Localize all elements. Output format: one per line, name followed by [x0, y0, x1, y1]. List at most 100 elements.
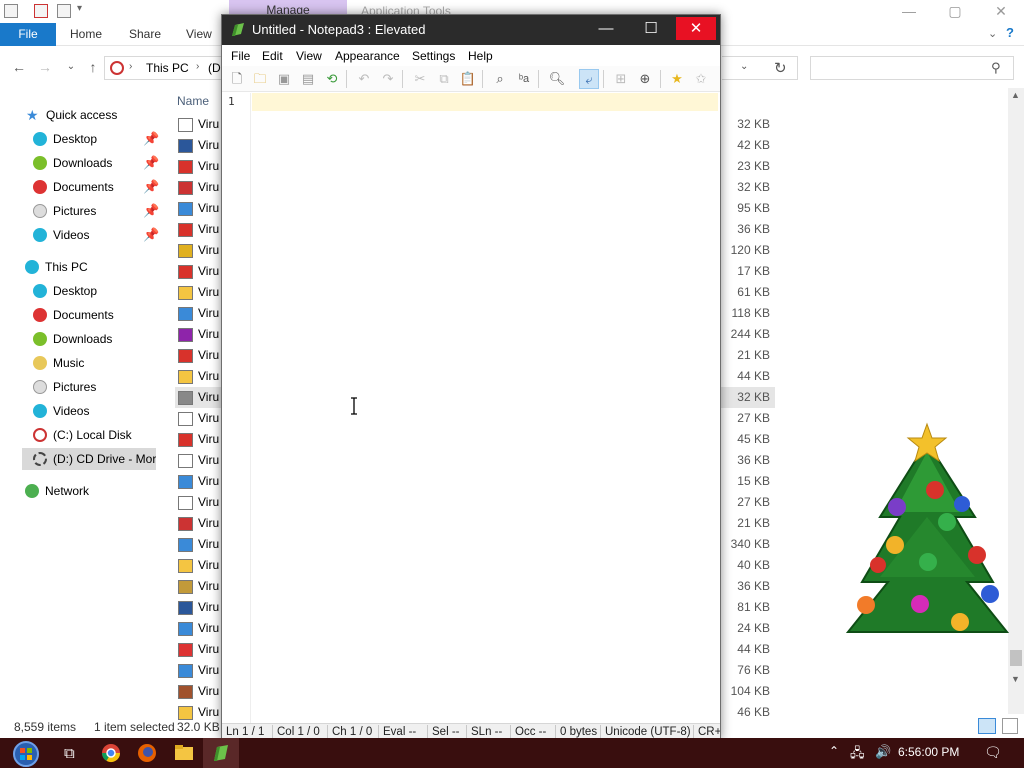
close-button[interactable]: ✕ [676, 17, 716, 40]
chrome-button[interactable] [93, 738, 129, 768]
text-editor[interactable]: 1 [222, 93, 720, 724]
file-name: Viru [198, 180, 220, 194]
firefox-button[interactable] [129, 738, 165, 768]
replace-icon[interactable]: ᵇa [514, 69, 534, 89]
redo-icon[interactable]: ↷ [378, 69, 398, 89]
file-icon [178, 517, 193, 531]
add-favorite-icon[interactable]: ✩ [691, 69, 711, 89]
back-icon[interactable]: ← [10, 58, 28, 76]
menu-file[interactable]: File [231, 47, 250, 65]
nav-qa-downloads[interactable]: Downloads 📌 [33, 152, 160, 174]
scroll-up-icon[interactable]: ▲ [1011, 90, 1020, 100]
maximize-button[interactable]: ☐ [631, 17, 671, 40]
breadcrumb-this-pc[interactable]: This PC [146, 61, 189, 75]
nav-qa-documents[interactable]: Documents 📌 [33, 176, 160, 198]
nav-qa-videos[interactable]: Videos 📌 [33, 224, 160, 246]
explorer-close-button[interactable]: ✕ [978, 0, 1024, 22]
open-icon[interactable]: 🗀 [250, 69, 270, 89]
notepad3-icon [214, 745, 228, 761]
file-name: Viru [198, 579, 220, 593]
search-input[interactable]: ⚲ [810, 56, 1014, 80]
nav-pc-videos[interactable]: Videos [33, 400, 160, 422]
scroll-down-icon[interactable]: ▼ [1011, 674, 1020, 684]
new-icon[interactable]: 🗋 [227, 69, 247, 89]
file-size: 36 KB [737, 453, 770, 467]
nav-pc-local-disk[interactable]: (C:) Local Disk [33, 424, 160, 446]
notepad3-app-icon[interactable] [230, 22, 246, 38]
nav-pc-documents[interactable]: Documents [33, 304, 160, 326]
nav-pc-music[interactable]: Music [33, 352, 160, 374]
file-size: 40 KB [737, 558, 770, 572]
explorer-maximize-button[interactable]: ▢ [932, 0, 978, 22]
zoom-icon[interactable]: ⊕ [635, 69, 655, 89]
nav-pc-downloads[interactable]: Downloads [33, 328, 160, 350]
drive-icon [110, 61, 124, 75]
word-wrap-icon[interactable]: ⤶ [579, 69, 599, 89]
menu-edit[interactable]: Edit [262, 47, 283, 65]
minimize-button[interactable]: — [586, 17, 626, 40]
menu-view[interactable]: View [296, 47, 322, 65]
breadcrumb-drive[interactable]: (D [208, 61, 221, 75]
properties-icon[interactable] [34, 4, 48, 18]
recent-locations-icon[interactable]: ⌄ [62, 58, 80, 76]
videos-icon [33, 404, 47, 418]
explorer-minimize-button[interactable]: — [886, 0, 932, 22]
up-icon[interactable]: ↑ [84, 58, 102, 76]
zoom-in-icon[interactable]: ⊞ [611, 69, 631, 89]
network-tray-icon[interactable]: 🖧 [850, 744, 865, 766]
explorer-app-icon[interactable] [4, 4, 18, 18]
notepad3-titlebar[interactable]: Untitled - Notepad3 : Elevated — ☐ ✕ [222, 15, 720, 45]
chrome-icon [102, 744, 120, 763]
nav-this-pc[interactable]: This PC [25, 256, 160, 278]
revert-icon[interactable]: ⟲ [322, 69, 342, 89]
nav-label: Music [53, 356, 85, 370]
file-explorer-button[interactable] [166, 738, 202, 768]
address-dropdown-icon[interactable]: ⌄ [740, 61, 748, 72]
notepad3-taskbar-button[interactable] [203, 738, 239, 768]
details-view-icon[interactable] [978, 718, 996, 734]
menu-help[interactable]: Help [468, 47, 493, 65]
nav-qa-pictures[interactable]: Pictures 📌 [33, 200, 160, 222]
copy-icon[interactable]: ⧉ [434, 69, 454, 89]
customize-qat-icon[interactable]: ▾ [77, 3, 82, 14]
undo-icon[interactable]: ↶ [354, 69, 374, 89]
favorites-icon[interactable]: ★ [667, 69, 687, 89]
paste-icon[interactable]: 📋 [458, 69, 478, 89]
nav-label: Network [45, 484, 90, 498]
cut-icon[interactable]: ✂ [410, 69, 430, 89]
notifications-icon[interactable]: 🗨 [984, 744, 1002, 761]
help-icon[interactable]: ? [1006, 25, 1014, 40]
file-size: 81 KB [737, 600, 770, 614]
address-input[interactable]: › This PC › (D [104, 56, 222, 80]
nav-quick-access[interactable]: ★ Quick access [26, 104, 160, 126]
refresh-icon[interactable]: ↻ [774, 59, 787, 77]
save-as-icon[interactable]: ▤ [298, 69, 318, 89]
ribbon-expand-icon[interactable]: ⌄ [988, 27, 997, 40]
find-in-files-icon[interactable]: 🔍︎ [547, 69, 567, 89]
address-input-right[interactable]: ⌄ ↻ [722, 56, 798, 80]
nav-network[interactable]: Network [25, 480, 160, 502]
forward-icon[interactable]: → [36, 58, 54, 76]
clock[interactable]: 6:56:00 PM [898, 745, 959, 759]
ribbon-file-tab[interactable]: File [0, 23, 56, 46]
nav-pc-cd-drive[interactable]: (D:) CD Drive - More [22, 448, 156, 470]
tray-overflow-icon[interactable]: ⌃ [829, 744, 839, 758]
file-name: Viru [198, 600, 220, 614]
nav-qa-desktop[interactable]: Desktop 📌 [33, 128, 160, 150]
ribbon-tab-share[interactable]: Share [129, 23, 161, 46]
menu-settings[interactable]: Settings [412, 47, 455, 65]
menu-appearance[interactable]: Appearance [335, 47, 400, 65]
new-folder-icon[interactable] [57, 4, 71, 18]
task-view-button[interactable]: ⧉ [54, 738, 90, 768]
save-icon[interactable]: ▣ [274, 69, 294, 89]
column-header-name[interactable]: Name [177, 94, 209, 108]
start-button[interactable] [8, 738, 44, 768]
file-size: 44 KB [737, 369, 770, 383]
nav-pc-desktop[interactable]: Desktop [33, 280, 160, 302]
nav-pc-pictures[interactable]: Pictures [33, 376, 160, 398]
find-icon[interactable]: ⌕ [490, 69, 510, 89]
ribbon-tab-home[interactable]: Home [70, 23, 102, 46]
ribbon-tab-view[interactable]: View [186, 23, 212, 46]
large-icons-view-icon[interactable] [1002, 718, 1018, 734]
volume-icon[interactable]: 🔊 [875, 744, 891, 760]
